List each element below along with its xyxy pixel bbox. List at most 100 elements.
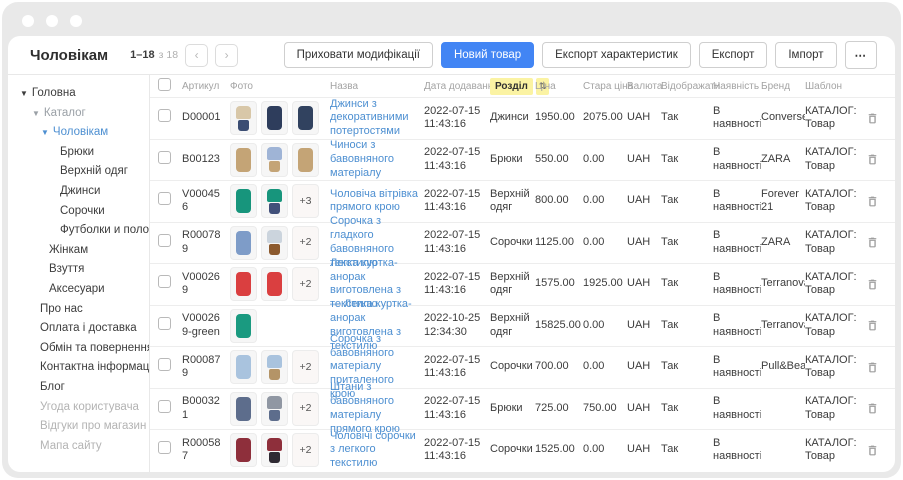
product-photo[interactable] xyxy=(292,101,319,135)
product-photo[interactable] xyxy=(261,350,288,384)
product-photo[interactable] xyxy=(230,101,257,135)
product-photo[interactable] xyxy=(261,226,288,260)
header-sku[interactable]: Артикул xyxy=(182,81,230,92)
sidebar-item[interactable]: Угода користувача xyxy=(8,398,149,418)
sidebar-item[interactable]: Відгуки про магазин xyxy=(8,417,149,437)
product-photo[interactable] xyxy=(230,392,257,426)
row-checkbox[interactable] xyxy=(158,234,171,247)
product-photo[interactable] xyxy=(261,433,288,467)
row-checkbox[interactable] xyxy=(158,151,171,164)
row-sku: V000269-green xyxy=(182,312,230,340)
sidebar-item[interactable]: Взуття xyxy=(8,260,149,280)
sidebar-item[interactable]: Обмін та повернення xyxy=(8,339,149,359)
row-checkbox[interactable] xyxy=(158,317,171,330)
row-checkbox[interactable] xyxy=(158,400,171,413)
delete-icon[interactable] xyxy=(866,195,879,208)
more-photos-badge[interactable]: +2 xyxy=(292,226,319,260)
product-name-link[interactable]: Чиноси з бавовняного матеріалу xyxy=(330,139,419,180)
product-photo[interactable] xyxy=(230,184,257,218)
sidebar-item-label: Брюки xyxy=(60,143,94,163)
product-photo[interactable] xyxy=(292,143,319,177)
product-name-link[interactable]: Штани з бавовняного матеріалу прямого кр… xyxy=(330,381,419,436)
header-brand[interactable]: Бренд xyxy=(761,81,805,92)
sidebar-item[interactable]: ▼ Чоловікам xyxy=(8,123,149,143)
row-template: КАТАЛОГ: Товар xyxy=(805,395,857,423)
header-category-label[interactable]: Розділ xyxy=(490,78,533,95)
delete-icon[interactable] xyxy=(866,444,879,457)
product-photo[interactable] xyxy=(261,392,288,426)
header-price[interactable]: Ціна xyxy=(535,81,583,92)
more-photos-badge[interactable]: +3 xyxy=(292,184,319,218)
delete-icon[interactable] xyxy=(866,402,879,415)
row-checkbox[interactable] xyxy=(158,192,171,205)
header-category[interactable]: Розділ ⇅ xyxy=(490,78,535,95)
delete-icon[interactable] xyxy=(866,153,879,166)
select-all-checkbox[interactable] xyxy=(158,78,171,91)
close-window-icon[interactable] xyxy=(22,15,34,27)
row-price: 15825.00 xyxy=(535,319,583,333)
product-name-link[interactable]: Джинси з декоративними потертостями xyxy=(330,98,419,139)
page-title: Чоловікам xyxy=(30,47,108,64)
header-photo[interactable]: Фото xyxy=(230,81,330,92)
sidebar-item[interactable]: Аксесуари xyxy=(8,280,149,300)
delete-icon[interactable] xyxy=(866,319,879,332)
product-name-link[interactable]: Чоловічі сорочки з легкого текстилю xyxy=(330,430,419,471)
product-photo[interactable] xyxy=(261,143,288,177)
more-photos-badge[interactable]: +2 xyxy=(292,433,319,467)
hide-modifications-button[interactable]: Приховати модифікації xyxy=(284,42,433,68)
header-old-price[interactable]: Стара ціна xyxy=(583,81,627,92)
delete-icon[interactable] xyxy=(866,236,879,249)
row-checkbox[interactable] xyxy=(158,109,171,122)
header-display[interactable]: Відображати xyxy=(661,81,713,92)
row-checkbox[interactable] xyxy=(158,441,171,454)
maximize-window-icon[interactable] xyxy=(70,15,82,27)
sidebar-item[interactable]: Брюки xyxy=(8,143,149,163)
product-photo[interactable] xyxy=(230,309,257,343)
row-display: Так xyxy=(661,194,713,208)
product-photo[interactable] xyxy=(230,433,257,467)
row-checkbox[interactable] xyxy=(158,275,171,288)
header-template[interactable]: Шаблон xyxy=(805,81,857,92)
sidebar-item[interactable]: Сорочки xyxy=(8,202,149,222)
more-photos-badge[interactable]: +2 xyxy=(292,350,319,384)
header-currency[interactable]: Валюта xyxy=(627,81,661,92)
delete-icon[interactable] xyxy=(866,112,879,125)
sidebar-item[interactable]: Верхній одяг xyxy=(8,162,149,182)
pagination-prev-button[interactable]: ‹ xyxy=(185,44,208,67)
product-photo[interactable] xyxy=(230,350,257,384)
sidebar-item[interactable]: Футболки и поло xyxy=(8,221,149,241)
sidebar-item[interactable]: ▼ Каталог xyxy=(8,104,149,124)
new-product-button[interactable]: Новий товар xyxy=(441,42,534,68)
product-name-link[interactable]: Чоловіча вітрівка прямого крою xyxy=(330,188,419,216)
header-availability[interactable]: Наявність xyxy=(713,81,761,92)
more-photos-badge[interactable]: +2 xyxy=(292,392,319,426)
window-controls[interactable] xyxy=(22,15,82,27)
delete-icon[interactable] xyxy=(866,361,879,374)
product-photo[interactable] xyxy=(261,184,288,218)
product-photo[interactable] xyxy=(261,101,288,135)
sidebar-item[interactable]: Оплата і доставка xyxy=(8,319,149,339)
header-date[interactable]: Дата додавання xyxy=(424,81,490,92)
import-button[interactable]: Імпорт xyxy=(775,42,836,68)
sidebar-item[interactable]: Контактна інформація xyxy=(8,358,149,378)
sidebar-item[interactable]: Мапа сайту xyxy=(8,437,149,457)
row-checkbox[interactable] xyxy=(158,358,171,371)
header-name[interactable]: Назва xyxy=(330,81,424,92)
product-photo[interactable] xyxy=(261,267,288,301)
more-actions-button[interactable]: ⋯ xyxy=(845,41,878,69)
sidebar-item[interactable]: Блог xyxy=(8,378,149,398)
sidebar-item[interactable]: Жінкам xyxy=(8,241,149,261)
product-photo[interactable] xyxy=(230,226,257,260)
sidebar-item[interactable]: Про нас xyxy=(8,300,149,320)
sidebar-item-label: Жінкам xyxy=(49,241,88,261)
export-button[interactable]: Експорт xyxy=(699,42,768,68)
product-photo[interactable] xyxy=(230,267,257,301)
pagination-next-button[interactable]: › xyxy=(215,44,238,67)
product-photo[interactable] xyxy=(230,143,257,177)
sidebar-item[interactable]: Джинси xyxy=(8,182,149,202)
delete-icon[interactable] xyxy=(866,278,879,291)
more-photos-badge[interactable]: +2 xyxy=(292,267,319,301)
sidebar-item[interactable]: ▼ Головна xyxy=(8,84,149,104)
minimize-window-icon[interactable] xyxy=(46,15,58,27)
export-characteristics-button[interactable]: Експорт характеристик xyxy=(542,42,691,68)
